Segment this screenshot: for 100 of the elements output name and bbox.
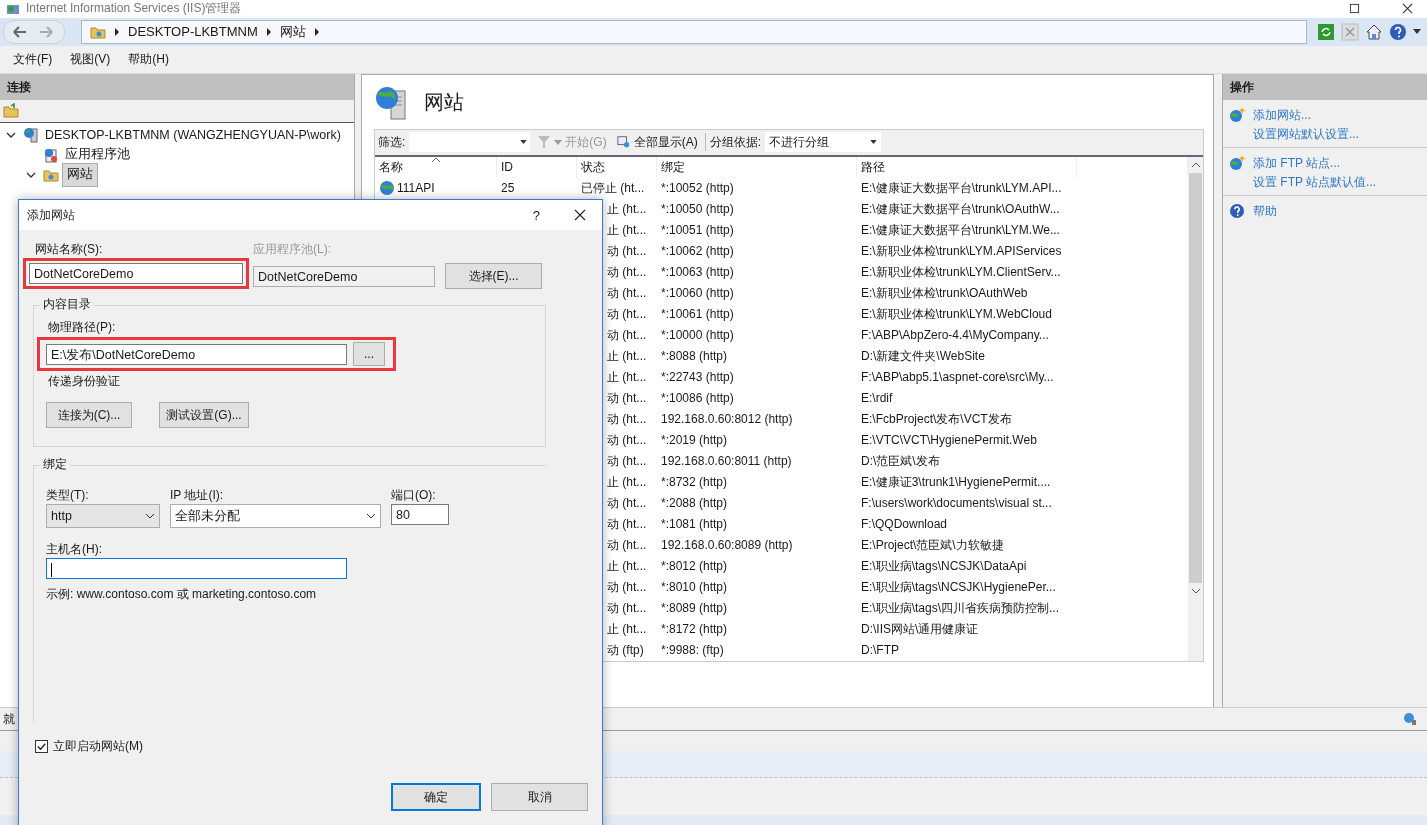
- close-icon[interactable]: [1402, 3, 1413, 15]
- globe-icon: [379, 180, 395, 196]
- action-link[interactable]: 帮助: [1253, 202, 1277, 220]
- breadcrumb[interactable]: 网站: [279, 22, 306, 41]
- tree-item[interactable]: DESKTOP-LKBTMNM (WANGZHENGYUAN-P\work): [42, 126, 344, 143]
- table-cell-text: 25: [501, 179, 515, 197]
- table-cell-text: *:10062 (http): [661, 242, 734, 260]
- table-cell-text: 动 (ht...: [607, 599, 647, 617]
- column-header[interactable]: 状态: [577, 156, 657, 178]
- table-cell-text: E:\职业病\tags\NCSJK\DataApi: [861, 557, 1027, 575]
- table-cell-text: 192.168.0.60:8011 (http): [661, 452, 792, 470]
- action-link[interactable]: 添加 FTP 站点...: [1253, 154, 1341, 172]
- table-cell-text: 动 (ftp): [607, 641, 644, 659]
- table-cell-text: 动 (ht...: [607, 431, 647, 449]
- show-all-button[interactable]: 全部显示(A): [613, 133, 701, 151]
- scroll-down-icon[interactable]: [1190, 587, 1201, 594]
- table-cell-text: E:\健康证大数据平台\trunk\OAuthW...: [861, 200, 1060, 218]
- folder-icon[interactable]: [3, 102, 19, 119]
- page-title: 网站: [424, 90, 464, 115]
- table-cell-text: 动 (ht...: [607, 494, 647, 512]
- ip-address-dropdown[interactable]: 全部未分配: [170, 504, 381, 528]
- refresh-icon[interactable]: [1317, 22, 1335, 41]
- table-cell-text: 192.168.0.60:8089 (http): [661, 536, 793, 554]
- column-header[interactable]: ID: [497, 156, 577, 178]
- table-cell-text: *:8089 (http): [661, 599, 728, 617]
- checkbox-label: 立即启动网站(M): [53, 738, 143, 755]
- column-header[interactable]: 绑定: [657, 156, 857, 178]
- table-cell-text: F:\ABP\AbpZero-4.4\MyCompany...: [861, 326, 1049, 344]
- table-cell-text: E:\新职业体检\trunk\OAuthWeb: [861, 284, 1028, 302]
- panel-header: 操作: [1223, 73, 1427, 100]
- table-cell-text: E:\VTC\VCT\HygienePermit.Web: [861, 431, 1037, 449]
- caret-icon[interactable]: [1413, 29, 1421, 35]
- group-by-dropdown[interactable]: 不进行分组: [765, 132, 881, 152]
- funnel-icon: [537, 135, 552, 149]
- caret-icon: [554, 139, 563, 145]
- help-icon[interactable]: [1389, 22, 1407, 41]
- physical-path-field[interactable]: E:\发布\DotNetCoreDemo: [46, 343, 347, 365]
- help-icon: [1229, 203, 1245, 219]
- table-cell-text: *:2019 (http): [661, 431, 728, 449]
- table-cell-text: 止 (ht...: [607, 557, 647, 575]
- test-settings-button[interactable]: 测试设置(G)...: [159, 402, 249, 428]
- scrollbar[interactable]: [1188, 156, 1203, 661]
- table-cell-text: 动 (ht...: [607, 305, 647, 323]
- ok-button[interactable]: 确定: [391, 783, 481, 811]
- action-link[interactable]: 设置网站默认设置...: [1253, 125, 1359, 143]
- column-header[interactable]: 路径: [857, 156, 1077, 178]
- field-label: 应用程序池(L):: [253, 241, 332, 258]
- menu-item[interactable]: 帮助(H): [119, 50, 178, 68]
- scroll-up-icon[interactable]: [1190, 161, 1201, 168]
- chevron-icon: [114, 27, 120, 36]
- select-button[interactable]: 选择(E)...: [445, 263, 542, 289]
- table-cell-text: 动 (ht...: [607, 263, 647, 281]
- sort-caret-icon: [431, 156, 441, 163]
- cancel-button[interactable]: 取消: [491, 783, 588, 811]
- close-icon[interactable]: [574, 209, 586, 221]
- table-cell-text: D:\范臣斌\发布: [861, 452, 940, 470]
- menu-item[interactable]: 视图(V): [61, 50, 120, 68]
- menu-item[interactable]: 文件(F): [4, 50, 62, 68]
- breadcrumb[interactable]: DESKTOP-LKBTMNM: [128, 24, 258, 40]
- table-cell-text: F:\QQDownload: [861, 515, 948, 533]
- chevron-icon: [366, 513, 376, 519]
- help-button[interactable]: ?: [532, 207, 540, 223]
- table-cell-text: E:\健康证3\trunk1\HygienePermit....: [861, 473, 1051, 491]
- table-cell-text: 111API: [397, 179, 435, 197]
- maximize-icon[interactable]: [1349, 3, 1360, 15]
- globe-add-icon: [1229, 155, 1245, 171]
- table-cell-text: 动 (ht...: [607, 578, 647, 596]
- table-cell-text: *:10000 (http): [661, 326, 734, 344]
- field-label: IP 地址(I):: [170, 487, 225, 504]
- table-cell-text: *:10061 (http): [661, 305, 734, 323]
- connect-as-button[interactable]: 连接为(C)...: [46, 402, 132, 428]
- checkbox[interactable]: [35, 739, 48, 753]
- table-cell-text: E:\健康证大数据平台\trunk\LYM.We...: [861, 221, 1060, 239]
- table-cell-text: *:10052 (http): [661, 179, 734, 197]
- action-link[interactable]: 添加网站...: [1253, 106, 1311, 124]
- column-header[interactable]: 名称: [375, 156, 497, 178]
- address-bar[interactable]: DESKTOP-LKBTMNM 网站: [81, 19, 1307, 44]
- table-cell-text: *:8088 (http): [661, 347, 728, 365]
- tree-item[interactable]: 网站: [62, 162, 98, 187]
- home-icon[interactable]: [1365, 22, 1383, 41]
- table-cell-text: 止 (ht...: [607, 473, 647, 491]
- tree-item[interactable]: 应用程序池: [62, 145, 133, 164]
- example-text: 示例: www.contoso.com 或 marketing.contoso.com: [46, 586, 318, 603]
- table-cell-text: *:8732 (http): [661, 473, 728, 491]
- table-cell-text: 动 (ht...: [607, 242, 647, 260]
- filter-field[interactable]: [409, 132, 531, 152]
- caret-icon: [520, 140, 528, 144]
- type-dropdown[interactable]: http: [46, 504, 160, 528]
- browse-button[interactable]: ...: [353, 342, 385, 366]
- table-cell-text: 止 (ht...: [607, 620, 647, 638]
- field-label: 传递身份验证: [48, 373, 121, 390]
- port-field[interactable]: 80: [391, 504, 449, 525]
- group-title: 绑定: [40, 456, 70, 473]
- caret-icon: [870, 140, 877, 144]
- action-link[interactable]: 设置 FTP 站点默认值...: [1253, 173, 1377, 191]
- host-name-field[interactable]: [46, 558, 347, 579]
- site-name-field[interactable]: DotNetCoreDemo: [29, 263, 243, 284]
- table-cell-text: *:9988: (ftp): [661, 641, 724, 659]
- table-cell-text: E:\rdif: [861, 389, 893, 407]
- table-cell-text: *:10063 (http): [661, 263, 734, 281]
